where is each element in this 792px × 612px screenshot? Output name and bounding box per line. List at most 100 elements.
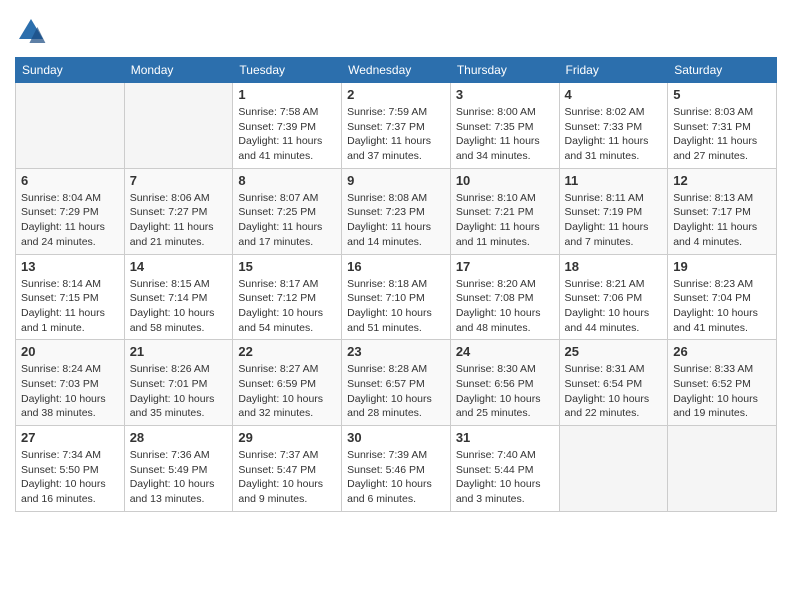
- day-number: 21: [130, 344, 228, 359]
- day-number: 10: [456, 173, 554, 188]
- day-info: Sunrise: 7:36 AMSunset: 5:49 PMDaylight:…: [130, 448, 228, 507]
- calendar-cell: 2 Sunrise: 7:59 AMSunset: 7:37 PMDaylight…: [342, 83, 451, 169]
- calendar-cell: 27Sunrise: 7:34 AMSunset: 5:50 PMDayligh…: [16, 426, 125, 512]
- day-info: Sunrise: 8:08 AMSunset: 7:23 PMDaylight:…: [347, 191, 445, 250]
- day-info: Sunrise: 8:03 AMSunset: 7:31 PMDaylight:…: [673, 105, 771, 164]
- header-friday: Friday: [559, 58, 668, 83]
- day-info: Sunrise: 8:00 AMSunset: 7:35 PMDaylight:…: [456, 105, 554, 164]
- day-number: 2: [347, 87, 445, 102]
- calendar-cell: [559, 426, 668, 512]
- calendar-cell: 17 Sunrise: 8:20 AMSunset: 7:08 PMDayligh…: [450, 254, 559, 340]
- day-info: Sunrise: 7:37 AMSunset: 5:47 PMDaylight:…: [238, 448, 336, 507]
- day-number: 25: [565, 344, 663, 359]
- calendar-cell: [668, 426, 777, 512]
- calendar-cell: 24Sunrise: 8:30 AMSunset: 6:56 PMDayligh…: [450, 340, 559, 426]
- day-info: Sunrise: 8:02 AMSunset: 7:33 PMDaylight:…: [565, 105, 663, 164]
- calendar-cell: 21 Sunrise: 8:26 AMSunset: 7:01 PMDayligh…: [124, 340, 233, 426]
- calendar-header-row: SundayMondayTuesdayWednesdayThursdayFrid…: [16, 58, 777, 83]
- calendar-cell: 11 Sunrise: 8:11 AMSunset: 7:19 PMDayligh…: [559, 168, 668, 254]
- day-number: 24: [456, 344, 554, 359]
- day-info: Sunrise: 8:07 AMSunset: 7:25 PMDaylight:…: [238, 191, 336, 250]
- calendar-cell: 19 Sunrise: 8:23 AMSunset: 7:04 PMDayligh…: [668, 254, 777, 340]
- day-info: Sunrise: 7:59 AMSunset: 7:37 PMDaylight:…: [347, 105, 445, 164]
- calendar-cell: 15Sunrise: 8:17 AMSunset: 7:12 PMDayligh…: [233, 254, 342, 340]
- day-number: 17: [456, 259, 554, 274]
- header-tuesday: Tuesday: [233, 58, 342, 83]
- day-info: Sunrise: 8:28 AMSunset: 6:57 PMDaylight:…: [347, 362, 445, 421]
- day-info: Sunrise: 8:18 AMSunset: 7:10 PMDaylight:…: [347, 277, 445, 336]
- calendar-cell: 23Sunrise: 8:28 AMSunset: 6:57 PMDayligh…: [342, 340, 451, 426]
- header-monday: Monday: [124, 58, 233, 83]
- calendar-week-row: 27Sunrise: 7:34 AMSunset: 5:50 PMDayligh…: [16, 426, 777, 512]
- calendar-week-row: 13Sunrise: 8:14 AMSunset: 7:15 PMDayligh…: [16, 254, 777, 340]
- day-number: 14: [130, 259, 228, 274]
- day-number: 15: [238, 259, 336, 274]
- day-number: 29: [238, 430, 336, 445]
- calendar-cell: 4 Sunrise: 8:02 AMSunset: 7:33 PMDaylight…: [559, 83, 668, 169]
- day-number: 13: [21, 259, 119, 274]
- day-number: 7: [130, 173, 228, 188]
- calendar-cell: 16 Sunrise: 8:18 AMSunset: 7:10 PMDayligh…: [342, 254, 451, 340]
- calendar-week-row: 1Sunrise: 7:58 AMSunset: 7:39 PMDaylight…: [16, 83, 777, 169]
- calendar-cell: 7 Sunrise: 8:06 AMSunset: 7:27 PMDaylight…: [124, 168, 233, 254]
- day-info: Sunrise: 8:20 AMSunset: 7:08 PMDaylight:…: [456, 277, 554, 336]
- calendar-cell: 10 Sunrise: 8:10 AMSunset: 7:21 PMDayligh…: [450, 168, 559, 254]
- day-number: 5: [673, 87, 771, 102]
- calendar-cell: [124, 83, 233, 169]
- day-info: Sunrise: 8:26 AMSunset: 7:01 PMDaylight:…: [130, 362, 228, 421]
- day-info: Sunrise: 8:15 AMSunset: 7:14 PMDaylight:…: [130, 277, 228, 336]
- calendar-cell: 13Sunrise: 8:14 AMSunset: 7:15 PMDayligh…: [16, 254, 125, 340]
- calendar-cell: 29 Sunrise: 7:37 AMSunset: 5:47 PMDayligh…: [233, 426, 342, 512]
- calendar-cell: 20 Sunrise: 8:24 AMSunset: 7:03 PMDayligh…: [16, 340, 125, 426]
- day-info: Sunrise: 8:04 AMSunset: 7:29 PMDaylight:…: [21, 191, 119, 250]
- calendar-week-row: 6 Sunrise: 8:04 AMSunset: 7:29 PMDaylight…: [16, 168, 777, 254]
- calendar-cell: 28 Sunrise: 7:36 AMSunset: 5:49 PMDayligh…: [124, 426, 233, 512]
- day-info: Sunrise: 7:34 AMSunset: 5:50 PMDaylight:…: [21, 448, 119, 507]
- day-number: 12: [673, 173, 771, 188]
- day-info: Sunrise: 7:40 AMSunset: 5:44 PMDaylight:…: [456, 448, 554, 507]
- day-number: 26: [673, 344, 771, 359]
- day-info: Sunrise: 8:23 AMSunset: 7:04 PMDaylight:…: [673, 277, 771, 336]
- day-number: 6: [21, 173, 119, 188]
- calendar-cell: 12 Sunrise: 8:13 AMSunset: 7:17 PMDayligh…: [668, 168, 777, 254]
- day-number: 16: [347, 259, 445, 274]
- calendar-cell: 18 Sunrise: 8:21 AMSunset: 7:06 PMDayligh…: [559, 254, 668, 340]
- calendar-cell: 6 Sunrise: 8:04 AMSunset: 7:29 PMDaylight…: [16, 168, 125, 254]
- header-saturday: Saturday: [668, 58, 777, 83]
- header-wednesday: Wednesday: [342, 58, 451, 83]
- day-info: Sunrise: 8:13 AMSunset: 7:17 PMDaylight:…: [673, 191, 771, 250]
- day-number: 22: [238, 344, 336, 359]
- calendar-cell: 14 Sunrise: 8:15 AMSunset: 7:14 PMDayligh…: [124, 254, 233, 340]
- day-number: 8: [238, 173, 336, 188]
- logo: [15, 15, 51, 47]
- header-thursday: Thursday: [450, 58, 559, 83]
- calendar-cell: 25 Sunrise: 8:31 AMSunset: 6:54 PMDayligh…: [559, 340, 668, 426]
- calendar-cell: 22 Sunrise: 8:27 AMSunset: 6:59 PMDayligh…: [233, 340, 342, 426]
- day-number: 3: [456, 87, 554, 102]
- day-info: Sunrise: 8:31 AMSunset: 6:54 PMDaylight:…: [565, 362, 663, 421]
- header: [15, 15, 777, 47]
- day-info: Sunrise: 8:11 AMSunset: 7:19 PMDaylight:…: [565, 191, 663, 250]
- day-number: 20: [21, 344, 119, 359]
- day-number: 18: [565, 259, 663, 274]
- calendar-cell: 31 Sunrise: 7:40 AMSunset: 5:44 PMDayligh…: [450, 426, 559, 512]
- day-number: 4: [565, 87, 663, 102]
- calendar-cell: 9 Sunrise: 8:08 AMSunset: 7:23 PMDaylight…: [342, 168, 451, 254]
- day-info: Sunrise: 8:06 AMSunset: 7:27 PMDaylight:…: [130, 191, 228, 250]
- calendar-table: SundayMondayTuesdayWednesdayThursdayFrid…: [15, 57, 777, 512]
- calendar-week-row: 20 Sunrise: 8:24 AMSunset: 7:03 PMDayligh…: [16, 340, 777, 426]
- day-info: Sunrise: 8:27 AMSunset: 6:59 PMDaylight:…: [238, 362, 336, 421]
- calendar-cell: 1Sunrise: 7:58 AMSunset: 7:39 PMDaylight…: [233, 83, 342, 169]
- day-number: 1: [238, 87, 336, 102]
- day-info: Sunrise: 8:21 AMSunset: 7:06 PMDaylight:…: [565, 277, 663, 336]
- day-number: 31: [456, 430, 554, 445]
- day-number: 19: [673, 259, 771, 274]
- day-info: Sunrise: 8:10 AMSunset: 7:21 PMDaylight:…: [456, 191, 554, 250]
- day-number: 28: [130, 430, 228, 445]
- day-info: Sunrise: 7:39 AMSunset: 5:46 PMDaylight:…: [347, 448, 445, 507]
- day-number: 30: [347, 430, 445, 445]
- calendar-cell: [16, 83, 125, 169]
- day-info: Sunrise: 8:24 AMSunset: 7:03 PMDaylight:…: [21, 362, 119, 421]
- day-number: 9: [347, 173, 445, 188]
- day-number: 11: [565, 173, 663, 188]
